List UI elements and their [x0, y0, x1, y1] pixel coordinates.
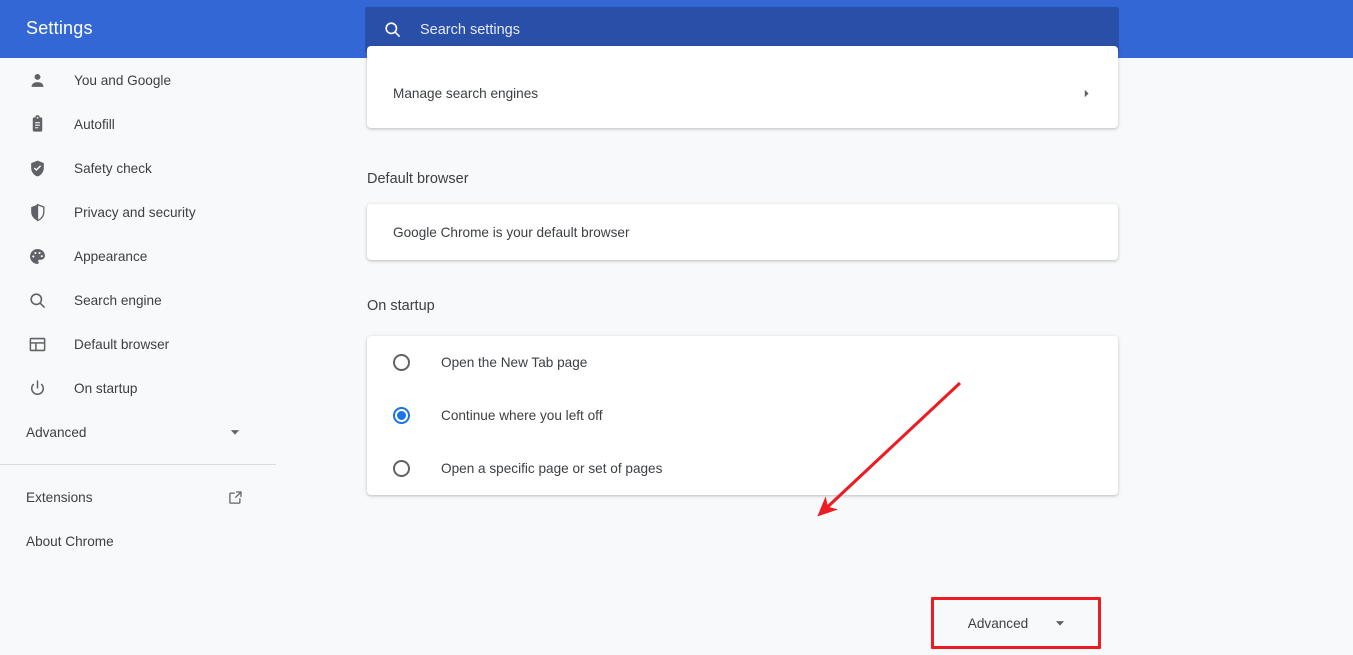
radio-open-specific-page[interactable]: Open a specific page or set of pages: [367, 442, 1118, 495]
sidebar-item-appearance[interactable]: Appearance: [0, 234, 276, 278]
search-engine-card: Manage search engines: [367, 46, 1118, 128]
sidebar-item-label: On startup: [74, 380, 138, 396]
on-startup-section-title: On startup: [367, 298, 435, 314]
sidebar-item-privacy-and-security[interactable]: Privacy and security: [0, 190, 276, 234]
shield-check-icon: [26, 157, 48, 179]
radio-continue-where-you-left-off[interactable]: Continue where you left off: [367, 389, 1118, 442]
sidebar-item-label: Advanced: [26, 424, 87, 440]
search-placeholder: Search settings: [420, 21, 520, 38]
external-link-icon[interactable]: [224, 486, 246, 508]
sidebar-item-search-engine[interactable]: Search engine: [0, 278, 276, 322]
advanced-expand-label: Advanced: [967, 615, 1029, 631]
search-icon: [26, 289, 48, 311]
sidebar-item-advanced[interactable]: Advanced: [0, 410, 276, 454]
settings-page: Settings Search settings You and Google: [0, 0, 1353, 655]
radio-icon: [393, 460, 410, 477]
default-browser-section-title: Default browser: [367, 171, 469, 187]
radio-icon-selected: [393, 407, 410, 424]
default-browser-status: Google Chrome is your default browser: [393, 224, 630, 240]
palette-icon: [26, 245, 48, 267]
manage-search-engines-row[interactable]: Manage search engines: [367, 60, 1118, 126]
sidebar-item-autofill[interactable]: Autofill: [0, 102, 276, 146]
main-content: Manage search engines Default browser Go…: [276, 46, 1353, 655]
radio-label: Open the New Tab page: [441, 355, 588, 370]
sidebar-item-label: Privacy and security: [74, 204, 196, 220]
on-startup-card: Open the New Tab page Continue where you…: [367, 336, 1118, 495]
default-browser-status-row: Google Chrome is your default browser: [367, 204, 1118, 260]
sidebar: You and Google Autofill Safety check Pri…: [0, 58, 276, 655]
radio-label: Continue where you left off: [441, 408, 603, 423]
sidebar-item-on-startup[interactable]: On startup: [0, 366, 276, 410]
sidebar-item-label: Safety check: [74, 160, 152, 176]
chevron-right-icon: [1081, 88, 1092, 99]
page-title: Settings: [26, 18, 93, 38]
radio-open-new-tab-page[interactable]: Open the New Tab page: [367, 336, 1118, 389]
sidebar-item-label: Appearance: [74, 248, 148, 264]
sidebar-divider: [0, 464, 276, 465]
browser-window-icon: [26, 333, 48, 355]
sidebar-item-safety-check[interactable]: Safety check: [0, 146, 276, 190]
chevron-down-icon: [1054, 617, 1066, 629]
sidebar-item-about-chrome[interactable]: About Chrome: [0, 519, 276, 563]
sidebar-item-label: Default browser: [74, 336, 170, 352]
sidebar-item-default-browser[interactable]: Default browser: [0, 322, 276, 366]
advanced-expand-button[interactable]: Advanced: [933, 599, 1101, 647]
sidebar-item-label: You and Google: [74, 72, 172, 88]
sidebar-item-label: Autofill: [74, 116, 115, 132]
radio-label: Open a specific page or set of pages: [441, 461, 663, 476]
clipped-row-above: [367, 46, 1118, 60]
sidebar-item-label: Search engine: [74, 292, 162, 308]
chevron-down-icon: [224, 421, 246, 443]
sidebar-item-label: Extensions: [26, 489, 93, 505]
search-icon: [383, 20, 402, 39]
manage-search-engines-label: Manage search engines: [393, 85, 539, 101]
default-browser-card: Google Chrome is your default browser: [367, 204, 1118, 260]
clipboard-icon: [26, 113, 48, 135]
sidebar-item-label: About Chrome: [26, 533, 114, 549]
shield-icon: [26, 201, 48, 223]
person-icon: [26, 69, 48, 91]
sidebar-item-you-and-google[interactable]: You and Google: [0, 58, 276, 102]
power-icon: [26, 377, 48, 399]
radio-icon: [393, 354, 410, 371]
sidebar-item-extensions[interactable]: Extensions: [0, 475, 276, 519]
